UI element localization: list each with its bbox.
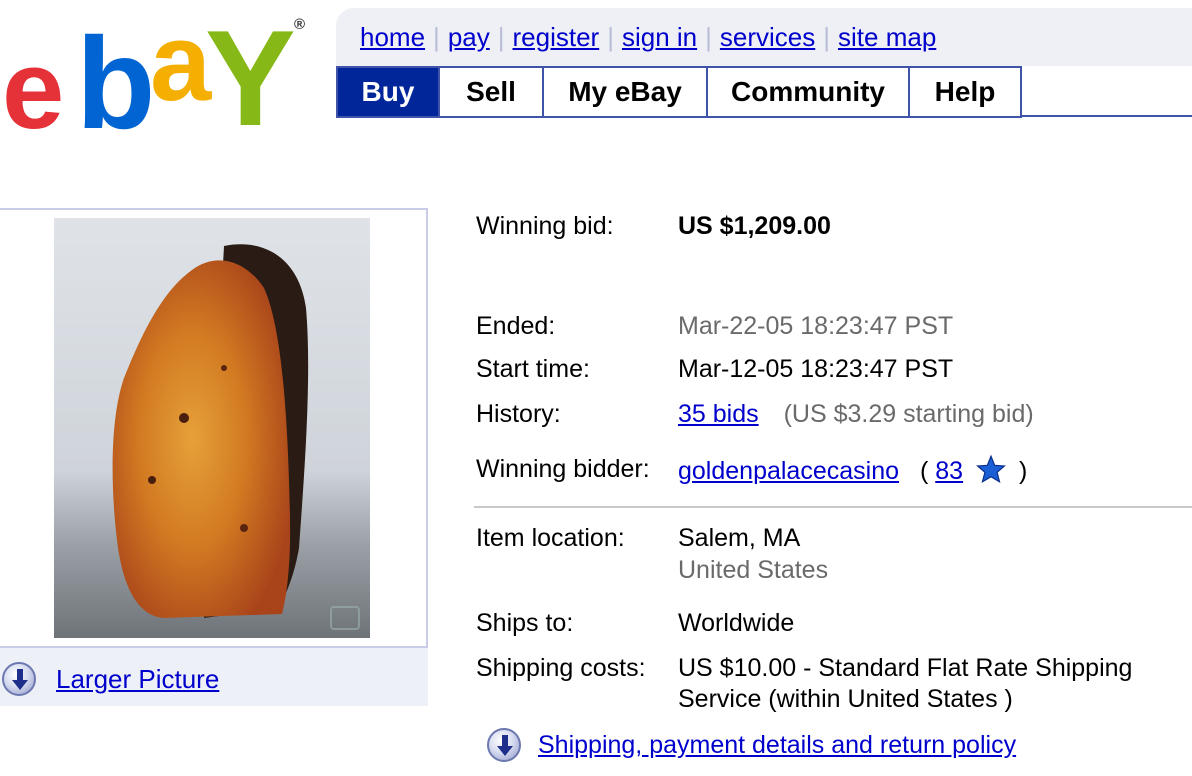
ships-to-value: Worldwide (678, 609, 795, 637)
bidder-name-link[interactable]: goldenpalacecasino (678, 457, 899, 485)
start-time-label: Start time: (476, 355, 590, 383)
tab-help[interactable]: Help (910, 66, 1022, 118)
sign-in-link[interactable]: sign in (622, 22, 697, 52)
shipping-policy-link[interactable]: Shipping, payment details and return pol… (538, 731, 1016, 760)
paren-open: ( (919, 457, 929, 485)
start-time-value: Mar-12-05 18:23:47 PST (678, 355, 954, 383)
tab-buy[interactable]: Buy (336, 66, 440, 118)
ebay-logo[interactable]: e b a Y ® (0, 4, 320, 154)
logo-letter-a: a (150, 1, 211, 124)
shipping-costs-line1: US $10.00 - Standard Flat Rate Shipping (678, 654, 1133, 682)
winning-bid-label: Winning bid: (476, 212, 614, 240)
tab-community[interactable]: Community (708, 66, 910, 118)
registered-mark: ® (294, 16, 306, 33)
logo-letter-e: e (2, 27, 64, 152)
winning-bidder-label: Winning bidder: (476, 455, 650, 483)
history-label: History: (476, 400, 561, 428)
separator: | (823, 22, 831, 52)
separator: | (433, 22, 440, 52)
item-location-country: United States (678, 556, 829, 584)
down-arrow-circle-icon[interactable] (2, 662, 36, 696)
winning-bid-value: US $1,209.00 (678, 212, 831, 240)
main-tabs: Buy Sell My eBay Community Help (336, 66, 1022, 118)
ships-to-label: Ships to: (476, 609, 574, 637)
item-location-label: Item location: (476, 524, 625, 552)
separator: | (607, 22, 614, 52)
larger-picture-link[interactable]: Larger Picture (56, 664, 219, 695)
separator: | (497, 22, 505, 52)
bid-history-link[interactable]: 35 bids (678, 400, 759, 428)
shipping-costs-line2: Service (within United States ) (678, 685, 1013, 713)
ended-value: Mar-22-05 18:23:47 PST (678, 312, 954, 340)
header-nav: home | pay | register | sign in | services | site … (336, 8, 1192, 118)
item-location-city: Salem, MA (678, 524, 801, 552)
camera-icon (330, 606, 360, 630)
winning-bidder-row: goldenpalacecasino ( 83 ) (678, 454, 1028, 490)
toplinks: home | pay | register | sign in | services | site … (360, 22, 936, 53)
item-image-panel (0, 208, 428, 648)
star-icon[interactable] (976, 454, 1006, 490)
paren-close: ) (1018, 457, 1028, 485)
register-link[interactable]: register (513, 22, 600, 52)
services-link[interactable]: services (720, 22, 815, 52)
down-arrow-circle-icon[interactable] (487, 728, 521, 762)
shipping-costs-label: Shipping costs: (476, 654, 646, 682)
tab-underline (1022, 115, 1192, 117)
site-map-link[interactable]: site map (838, 22, 936, 52)
tab-my-ebay[interactable]: My eBay (544, 66, 708, 118)
logo-letter-b: b (76, 10, 155, 156)
pay-link[interactable]: pay (448, 22, 490, 52)
history-row: 35 bids (US $3.29 starting bid) (678, 400, 1034, 429)
chip-illustration (112, 244, 309, 618)
logo-letter-y: Y (205, 2, 296, 154)
item-photo[interactable] (54, 218, 370, 638)
starting-bid-note: (US $3.29 starting bid) (783, 400, 1034, 428)
ended-label: Ended: (476, 312, 556, 340)
separator: | (705, 22, 712, 52)
feedback-score-link[interactable]: 83 (935, 457, 963, 485)
section-divider (474, 506, 1192, 508)
tab-sell[interactable]: Sell (440, 66, 544, 118)
home-link[interactable]: home (360, 22, 425, 52)
